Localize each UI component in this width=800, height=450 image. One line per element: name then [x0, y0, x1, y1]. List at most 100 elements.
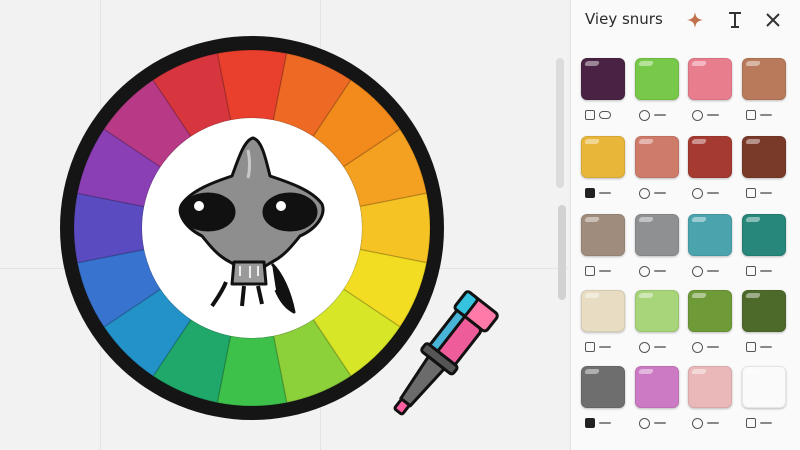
color-swatch[interactable] [688, 136, 732, 178]
dash-icon [654, 270, 666, 272]
swatch-options[interactable] [692, 108, 719, 122]
dash-icon [760, 422, 772, 424]
sparkle-icon [687, 12, 703, 28]
panel-scrollbar[interactable] [558, 205, 566, 300]
square-option-icon [585, 418, 595, 428]
square-option-icon [585, 342, 595, 352]
square-option-icon [585, 110, 595, 120]
text-cursor-icon [729, 12, 741, 28]
square-option-icon [746, 188, 756, 198]
dash-icon [760, 114, 772, 116]
swatch-highlight [638, 139, 654, 144]
color-swatch[interactable] [581, 290, 625, 332]
color-swatch[interactable] [688, 58, 732, 100]
color-swatch[interactable] [635, 136, 679, 178]
circle-option-icon [692, 109, 703, 121]
swatch-highlight [584, 139, 600, 144]
dash-icon [654, 346, 666, 348]
dash-icon [707, 270, 719, 272]
color-swatch[interactable] [581, 58, 625, 100]
swatch-highlight [584, 293, 600, 298]
color-swatch[interactable] [742, 136, 786, 178]
swatch-highlight [584, 369, 600, 374]
color-swatch[interactable] [635, 366, 679, 408]
color-swatch[interactable] [742, 290, 786, 332]
square-option-icon [746, 110, 756, 120]
dash-icon [599, 346, 611, 348]
swatch-options[interactable] [639, 108, 666, 122]
swatch-options[interactable] [692, 186, 719, 200]
square-option-icon [585, 188, 595, 198]
canvas-scrollbar[interactable] [556, 58, 564, 188]
swatch-highlight [638, 217, 654, 222]
dash-icon [654, 422, 666, 424]
circle-option-icon [692, 265, 703, 277]
sparkle-button[interactable] [683, 8, 707, 32]
swatch-options[interactable] [585, 108, 611, 122]
swatch-highlight [638, 61, 654, 66]
swatch-options[interactable] [585, 416, 611, 430]
dash-icon [760, 192, 772, 194]
swatch-options[interactable] [585, 264, 611, 278]
swatch-options[interactable] [585, 340, 611, 354]
dash-icon [760, 346, 772, 348]
color-swatch[interactable] [635, 58, 679, 100]
swatch-highlight [584, 61, 600, 66]
panel-title: Viey snurs [585, 10, 663, 28]
color-swatch[interactable] [581, 366, 625, 408]
square-option-icon [746, 342, 756, 352]
circle-option-icon [639, 109, 650, 121]
color-swatch[interactable] [688, 214, 732, 256]
swatch-options[interactable] [746, 186, 772, 200]
swatch-highlight [584, 217, 600, 222]
swatch-options[interactable] [692, 340, 719, 354]
swatch-highlight [745, 139, 761, 144]
swatch-options[interactable] [639, 416, 666, 430]
drawing-canvas[interactable] [0, 0, 568, 450]
app-window: Viey snurs [0, 0, 800, 450]
square-option-icon [746, 418, 756, 428]
color-swatch[interactable] [742, 366, 786, 408]
swatch-highlight [691, 61, 707, 66]
dash-icon [760, 270, 772, 272]
color-swatch[interactable] [635, 214, 679, 256]
color-swatch[interactable] [742, 214, 786, 256]
swatch-options[interactable] [639, 340, 666, 354]
dash-icon [654, 114, 666, 116]
swatch-highlight [691, 217, 707, 222]
circle-option-icon [692, 417, 703, 429]
color-swatch[interactable] [581, 214, 625, 256]
swatch-options[interactable] [746, 340, 772, 354]
color-swatch[interactable] [742, 58, 786, 100]
circle-option-icon [639, 187, 650, 199]
swatch-highlight [691, 293, 707, 298]
square-option-icon [746, 266, 756, 276]
color-swatch[interactable] [688, 290, 732, 332]
color-swatch[interactable] [581, 136, 625, 178]
swatch-options[interactable] [692, 264, 719, 278]
swatch-options[interactable] [746, 416, 772, 430]
close-button[interactable] [761, 8, 785, 32]
circle-option-icon [639, 265, 650, 277]
color-wheel-illustration [60, 36, 499, 420]
color-swatch[interactable] [688, 366, 732, 408]
swatch-options[interactable] [639, 186, 666, 200]
circle-option-icon [639, 341, 650, 353]
swatch-options[interactable] [692, 416, 719, 430]
circle-option-icon [692, 187, 703, 199]
text-tool-button[interactable] [723, 8, 747, 32]
circle-option-icon [692, 341, 703, 353]
square-option-icon [585, 266, 595, 276]
swatch-options[interactable] [746, 108, 772, 122]
swatch-options[interactable] [746, 264, 772, 278]
swatch-options[interactable] [639, 264, 666, 278]
dash-icon [599, 422, 611, 424]
color-swatch[interactable] [635, 290, 679, 332]
circle-option-icon [639, 417, 650, 429]
close-icon [766, 13, 780, 27]
swatch-options[interactable] [585, 186, 611, 200]
swatch-highlight [691, 369, 707, 374]
dash-icon [707, 346, 719, 348]
swatch-highlight [638, 369, 654, 374]
dash-icon [707, 422, 719, 424]
